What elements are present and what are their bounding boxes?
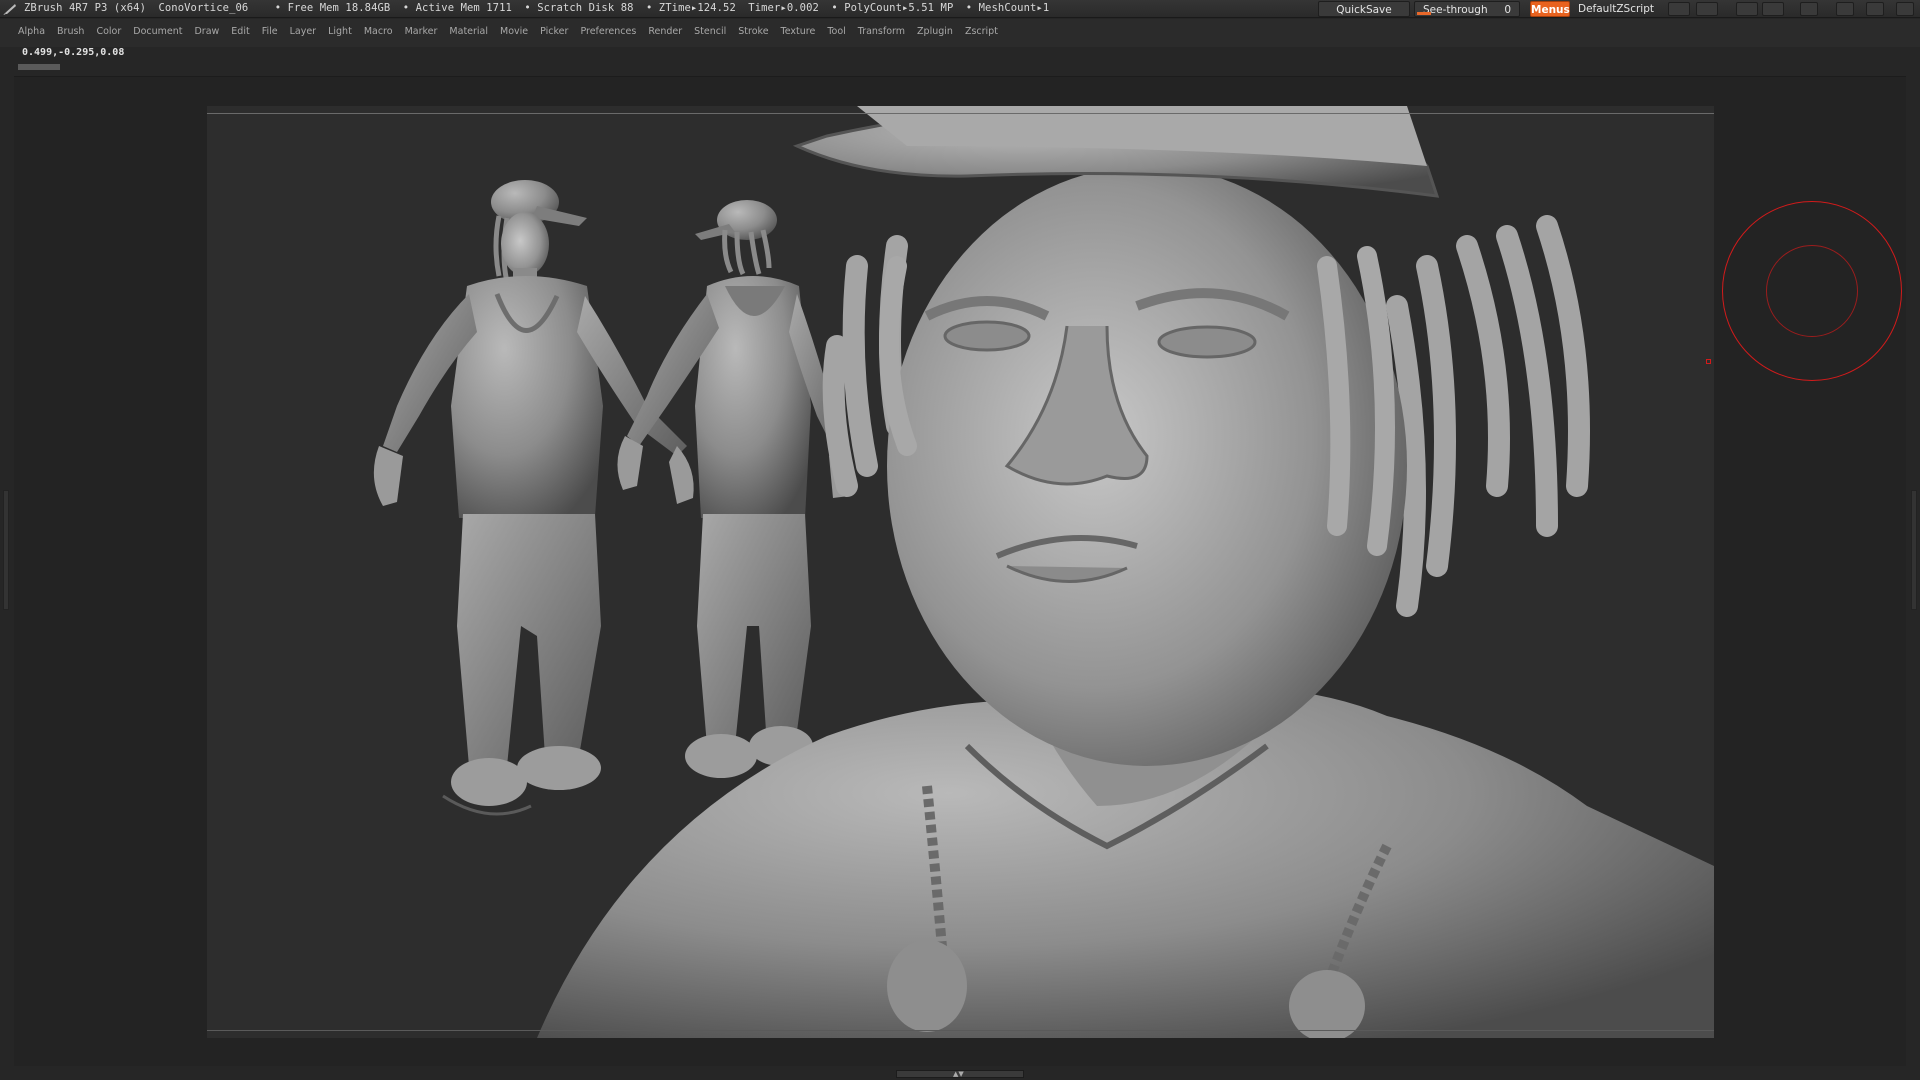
menu-material[interactable]: Material [449,26,488,37]
right-tray-handle[interactable] [1911,490,1917,610]
minimize-icon[interactable] [1836,2,1854,16]
menu-marker[interactable]: Marker [405,26,438,37]
title-bar: ZBrush 4R7 P3 (x64) ConoVortice_06 • Fre… [0,0,1920,18]
polycount: • PolyCount▸5.51 MP [831,2,954,14]
zbrush-logo-icon[interactable] [2,2,18,16]
menu-movie[interactable]: Movie [500,26,528,37]
menu-stroke[interactable]: Stroke [738,26,768,37]
menu-zplugin[interactable]: Zplugin [917,26,953,37]
menus-toggle-button[interactable]: Menus [1530,1,1570,17]
menu-picker[interactable]: Picker [540,26,568,37]
figure-back [617,200,851,778]
layout-next-icon[interactable] [1696,2,1718,16]
menu-file[interactable]: File [262,26,278,37]
sculpt-render [373,106,1714,1038]
canvas-bottom-edge [207,1030,1714,1031]
left-tray-handle[interactable] [3,490,9,610]
bottom-tray-handle[interactable]: ▲▼ [896,1070,1024,1078]
menu-texture[interactable]: Texture [781,26,816,37]
timer: Timer▸0.002 [748,2,819,14]
menu-render[interactable]: Render [648,26,682,37]
menu-zscript[interactable]: Zscript [965,26,998,37]
default-zscript-button[interactable]: DefaultZScript [1572,1,1660,17]
menu-stencil[interactable]: Stencil [694,26,726,37]
document-name: ConoVortice_06 [158,2,249,14]
free-mem: • Free Mem 18.84GB [274,2,391,14]
custom-ui-icon[interactable] [1762,2,1784,16]
app-title: ZBrush 4R7 P3 (x64) [24,2,147,14]
meshcount: • MeshCount▸1 [965,2,1050,14]
menu-light[interactable]: Light [328,26,352,37]
menu-document[interactable]: Document [133,26,182,37]
quicksave-button[interactable]: QuickSave [1318,1,1410,17]
coordinate-readout: 0.499,-0.295,0.08 [22,47,125,58]
menu-tool[interactable]: Tool [827,26,845,37]
menu-edit[interactable]: Edit [231,26,249,37]
figure-front [373,180,694,816]
canvas-top-edge [207,113,1714,114]
see-through-label: See-through [1423,4,1488,16]
restore-icon[interactable] [1866,2,1884,16]
menu-alpha[interactable]: Alpha [18,26,45,37]
active-mem: • Active Mem 1711 [402,2,512,14]
brush-focal-point [1706,359,1711,364]
interface-layout-icon[interactable] [1736,2,1758,16]
scratch-disk: • Scratch Disk 88 [524,2,634,14]
see-through-fill [1417,12,1431,15]
menu-transform[interactable]: Transform [858,26,905,37]
menu-macro[interactable]: Macro [364,26,393,37]
lock-icon[interactable] [1800,2,1818,16]
menu-layer[interactable]: Layer [290,26,317,37]
menu-draw[interactable]: Draw [194,26,219,37]
menu-items: Alpha Brush Color Document Draw Edit File Layer… [18,26,1010,37]
brush-inner-ring [1766,245,1858,337]
progress-bar [18,64,60,70]
canvas-viewport[interactable] [207,106,1714,1038]
menu-color[interactable]: Color [96,26,121,37]
menu-bar: Alpha Brush Color Document Draw Edit File Layer… [0,19,1920,47]
ztime: • ZTime▸124.52 [645,2,736,14]
title-info: ZBrush 4R7 P3 (x64) ConoVortice_06 • Fre… [24,2,1055,14]
menu-brush[interactable]: Brush [57,26,84,37]
menu-preferences[interactable]: Preferences [580,26,636,37]
see-through-value: 0 [1504,4,1511,16]
see-through-slider[interactable]: See-through 0 [1414,1,1520,17]
close-icon[interactable] [1896,2,1914,16]
layout-prev-icon[interactable] [1668,2,1690,16]
